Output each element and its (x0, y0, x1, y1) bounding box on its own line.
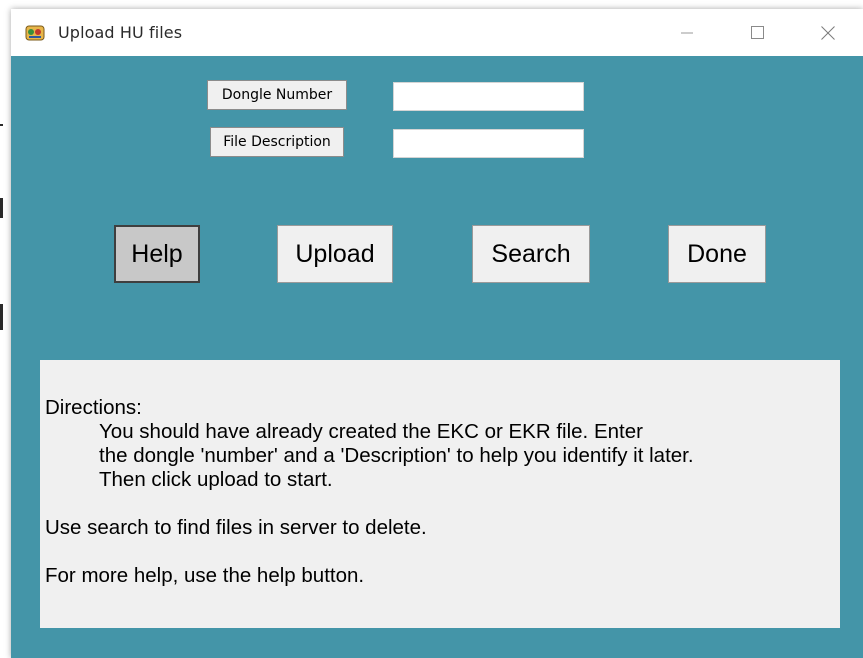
search-button[interactable]: Search (472, 225, 590, 283)
maximize-button[interactable] (726, 9, 788, 56)
search-note: Use search to find files in server to de… (45, 516, 427, 539)
app-icon[interactable] (25, 24, 45, 42)
close-icon (821, 25, 835, 40)
done-button[interactable]: Done (668, 225, 766, 283)
background-window-edge (0, 124, 3, 126)
window-client-area: Dongle Number File Description Help Uplo… (11, 56, 863, 658)
directions-line: You should have already created the EKC … (99, 420, 643, 443)
background-window-edge (0, 198, 3, 218)
help-note: For more help, use the help button. (45, 564, 365, 587)
window-title: Upload HU files (58, 23, 183, 42)
upload-button[interactable]: Upload (277, 225, 393, 283)
directions-line: the dongle 'number' and a 'Description' … (99, 444, 694, 467)
screen: Upload HU files Dongle Number File Descr… (0, 0, 863, 658)
directions-panel: Directions: You should have already crea… (40, 360, 840, 628)
close-button[interactable] (797, 9, 859, 56)
minimize-button[interactable] (656, 9, 718, 56)
maximize-icon (750, 26, 764, 39)
directions-line: Then click upload to start. (99, 468, 333, 491)
directions-heading: Directions: (45, 396, 142, 419)
upload-hu-files-window: Upload HU files Dongle Number File Descr… (11, 9, 863, 658)
background-window-edge (0, 304, 3, 330)
dongle-number-label: Dongle Number (207, 80, 347, 110)
file-description-input[interactable] (393, 129, 584, 158)
dongle-number-input[interactable] (393, 82, 584, 111)
minimize-icon (681, 27, 693, 39)
file-description-label: File Description (210, 127, 344, 157)
help-button[interactable]: Help (114, 225, 200, 283)
title-bar[interactable]: Upload HU files (11, 9, 863, 56)
